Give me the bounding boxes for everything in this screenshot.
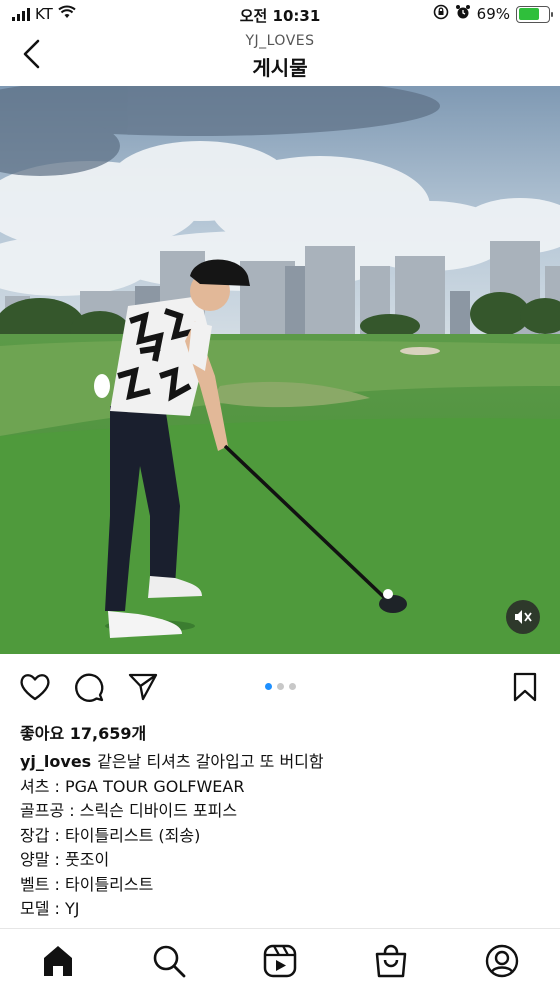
save-button[interactable]: [508, 670, 542, 704]
home-icon: [44, 946, 72, 976]
post-header: YJ_LOVES 게시물: [0, 30, 560, 86]
carousel-indicator: [0, 683, 560, 690]
caption-line: 장갑 : 타이틀리스트 (죄송): [20, 825, 201, 845]
caption-line: 모델 : YJ: [20, 899, 80, 918]
lock-rotation-icon: [433, 4, 449, 24]
nav-search[interactable]: [151, 943, 187, 979]
carousel-dot: [264, 683, 272, 690]
likes-count[interactable]: 좋아요 17,659개: [20, 720, 146, 744]
alarm-icon: [455, 4, 471, 24]
nav-home[interactable]: [40, 943, 76, 979]
nav-reels[interactable]: [262, 943, 298, 979]
caption-line: 벨트 : 타이틀리스트: [20, 874, 154, 894]
status-right: 69%: [433, 4, 553, 24]
battery-percent: 69%: [476, 5, 510, 23]
nav-profile[interactable]: [484, 943, 520, 979]
nav-shop[interactable]: [373, 943, 409, 979]
status-bar: KT 오전 10:31 69%: [0, 0, 560, 30]
caption-line: 양말 : 풋조이: [20, 850, 110, 869]
caption-username[interactable]: yj_loves: [20, 752, 91, 771]
bookmark-icon: [513, 672, 537, 702]
mute-button[interactable]: [506, 600, 540, 634]
post-caption: yj_loves 같은날 티셔츠 갈아입고 또 버디함 셔츠 : PGA TOUR…: [20, 750, 540, 922]
post-media[interactable]: [0, 86, 560, 654]
header-username: YJ_LOVES: [245, 33, 315, 49]
battery-fill: [518, 8, 539, 20]
shop-icon: [375, 944, 407, 978]
reels-icon: [263, 944, 297, 978]
mute-icon: [515, 610, 532, 624]
search-icon: [153, 945, 186, 978]
profile-icon: [485, 944, 519, 978]
battery-charging-icon: [516, 5, 553, 23]
caption-line: 셔츠 : PGA TOUR GOLFWEAR: [20, 776, 245, 796]
caption-text: 같은날 티셔츠 갈아입고 또 버디함: [97, 752, 324, 771]
carousel-dot: [276, 683, 284, 690]
caption-first-line: yj_loves 같은날 티셔츠 갈아입고 또 버디함: [20, 750, 540, 775]
page-title: 게시물: [252, 56, 308, 80]
post-actions: [0, 666, 560, 710]
bottom-nav: [0, 928, 560, 995]
caption-line: 골프공 : 스릭슨 디바이드 포피스: [20, 801, 238, 820]
carousel-dot: [288, 683, 296, 690]
golf-video-frame: [0, 86, 560, 654]
